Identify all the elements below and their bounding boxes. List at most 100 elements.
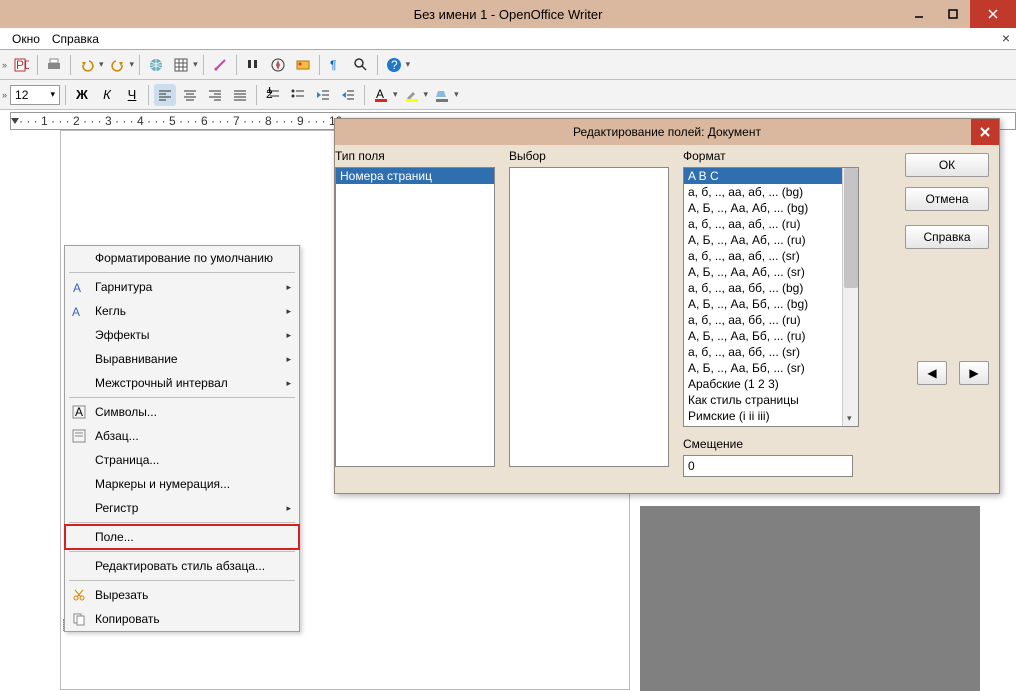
table-dropdown[interactable]: ▾ — [193, 59, 198, 70]
align-right-icon[interactable] — [204, 84, 226, 106]
format-item[interactable]: а, б, .., аа, аб, ... (ru) — [684, 216, 858, 232]
svg-text:A: A — [75, 405, 83, 419]
format-item[interactable]: А, Б, .., Аа, Бб, ... (sr) — [684, 360, 858, 376]
decrease-indent-icon[interactable] — [312, 84, 334, 106]
italic-icon[interactable]: К — [96, 84, 118, 106]
scissors-icon — [71, 587, 87, 603]
export-pdf-icon[interactable]: PDF — [10, 54, 32, 76]
window-buttons — [902, 0, 1016, 28]
menu-window[interactable]: Окно — [6, 30, 46, 48]
format-item[interactable]: а, б, .., аа, аб, ... (sr) — [684, 248, 858, 264]
table-icon[interactable] — [170, 54, 192, 76]
svg-text:A: A — [72, 305, 80, 318]
dialog-title-bar[interactable]: Редактирование полей: Документ — [335, 119, 999, 145]
format-item[interactable]: а, б, .., аа, аб, ... (bg) — [684, 184, 858, 200]
format-item[interactable]: А, Б, .., Аа, Аб, ... (ru) — [684, 232, 858, 248]
bg-color-icon[interactable] — [431, 84, 453, 106]
ctx-linespacing[interactable]: Межстрочный интервал▸ — [65, 371, 299, 395]
format-item[interactable]: Арабские (1 2 3) — [684, 376, 858, 392]
edit-fields-dialog: Редактирование полей: Документ Тип поля … — [334, 118, 1000, 494]
cancel-button[interactable]: Отмена — [905, 187, 989, 211]
toolbar2-more-icon[interactable]: » — [2, 90, 7, 100]
help-button[interactable]: Справка — [905, 225, 989, 249]
font-color-icon[interactable]: A — [370, 84, 392, 106]
prev-button[interactable]: ◀ — [917, 361, 947, 385]
nonprinting-chars-icon[interactable]: ¶ — [325, 54, 347, 76]
hyperlink-icon[interactable] — [145, 54, 167, 76]
highlight-icon[interactable] — [401, 84, 423, 106]
toolbar-more-icon[interactable]: » — [2, 60, 7, 70]
font-size-combo[interactable]: 12▾ — [10, 85, 60, 105]
zoom-icon[interactable] — [350, 54, 372, 76]
close-document-button[interactable]: × — [1002, 30, 1010, 46]
offset-input[interactable]: 0 — [683, 455, 853, 477]
undo-icon[interactable] — [76, 54, 98, 76]
ctx-case[interactable]: Регистр▸ — [65, 496, 299, 520]
type-listbox[interactable]: Номера страниц — [335, 167, 495, 467]
menu-help[interactable]: Справка — [46, 30, 105, 48]
minimize-button[interactable] — [902, 0, 936, 28]
gallery-icon[interactable] — [292, 54, 314, 76]
format-item[interactable]: А, Б, .., Аа, Бб, ... (ru) — [684, 328, 858, 344]
standard-toolbar: » PDF ▾ ▾ ▾ ¶ ?▾ — [0, 50, 1016, 80]
select-listbox[interactable] — [509, 167, 669, 467]
format-item[interactable]: Римские (i ii iii) — [684, 408, 858, 424]
format-item[interactable]: а, б, .., аа, бб, ... (ru) — [684, 312, 858, 328]
title-bar: Без имени 1 - OpenOffice Writer — [0, 0, 1016, 28]
align-center-icon[interactable] — [179, 84, 201, 106]
ctx-align[interactable]: Выравнивание▸ — [65, 347, 299, 371]
type-item[interactable]: Номера страниц — [336, 168, 494, 184]
help-dropdown[interactable]: ▾ — [406, 59, 411, 70]
format-item[interactable]: A B C — [684, 168, 858, 184]
ctx-effects[interactable]: Эффекты▸ — [65, 323, 299, 347]
ctx-bullets[interactable]: Маркеры и нумерация... — [65, 472, 299, 496]
redo-dropdown[interactable]: ▾ — [130, 59, 135, 70]
find-icon[interactable] — [242, 54, 264, 76]
navigator-icon[interactable] — [267, 54, 289, 76]
help-icon[interactable]: ? — [383, 54, 405, 76]
dialog-title: Редактирование полей: Документ — [573, 125, 761, 139]
next-button[interactable]: ▶ — [959, 361, 989, 385]
ctx-edit-style[interactable]: Редактировать стиль абзаца... — [65, 554, 299, 578]
window-title: Без имени 1 - OpenOffice Writer — [0, 7, 1016, 22]
maximize-button[interactable] — [936, 0, 970, 28]
ctx-characters[interactable]: A Символы... — [65, 400, 299, 424]
undo-dropdown[interactable]: ▾ — [99, 59, 104, 70]
redo-icon[interactable] — [107, 54, 129, 76]
format-scrollbar[interactable]: ▾ — [842, 168, 858, 426]
ctx-size[interactable]: A Кегль▸ — [65, 299, 299, 323]
underline-icon[interactable]: Ч — [121, 84, 143, 106]
formatting-toolbar: » 12▾ Ж К Ч 12 A▾ ▾ ▾ — [0, 80, 1016, 110]
format-item[interactable]: а, б, .., аа, бб, ... (bg) — [684, 280, 858, 296]
increase-indent-icon[interactable] — [337, 84, 359, 106]
numbered-list-icon[interactable]: 12 — [262, 84, 284, 106]
highlight-dropdown[interactable]: ▾ — [424, 89, 429, 100]
svg-text:PDF: PDF — [16, 58, 29, 72]
ctx-format-default[interactable]: Форматирование по умолчанию — [65, 246, 299, 270]
drawing-icon[interactable] — [209, 54, 231, 76]
label-format: Формат — [683, 149, 726, 163]
font-color-dropdown[interactable]: ▾ — [393, 89, 398, 100]
dialog-close-button[interactable] — [971, 119, 999, 145]
ctx-paragraph[interactable]: Абзац... — [65, 424, 299, 448]
para-icon — [71, 428, 87, 444]
bold-icon[interactable]: Ж — [71, 84, 93, 106]
ctx-font[interactable]: A Гарнитура▸ — [65, 275, 299, 299]
format-item[interactable]: А, Б, .., Аа, Аб, ... (sr) — [684, 264, 858, 280]
align-left-icon[interactable] — [154, 84, 176, 106]
ctx-copy[interactable]: Копировать — [65, 607, 299, 631]
ctx-page[interactable]: Страница... — [65, 448, 299, 472]
format-item[interactable]: Как стиль страницы — [684, 392, 858, 408]
close-button[interactable] — [970, 0, 1016, 28]
format-item[interactable]: А, Б, .., Аа, Бб, ... (bg) — [684, 296, 858, 312]
format-item[interactable]: А, Б, .., Аа, Аб, ... (bg) — [684, 200, 858, 216]
align-justify-icon[interactable] — [229, 84, 251, 106]
format-item[interactable]: а, б, .., аа, бб, ... (sr) — [684, 344, 858, 360]
ok-button[interactable]: ОК — [905, 153, 989, 177]
format-listbox[interactable]: A B C а, б, .., аа, аб, ... (bg) А, Б, .… — [683, 167, 859, 427]
ctx-cut[interactable]: Вырезать — [65, 583, 299, 607]
ctx-field[interactable]: Поле... — [65, 525, 299, 549]
bulleted-list-icon[interactable] — [287, 84, 309, 106]
print-icon[interactable] — [43, 54, 65, 76]
bg-color-dropdown[interactable]: ▾ — [454, 89, 459, 100]
